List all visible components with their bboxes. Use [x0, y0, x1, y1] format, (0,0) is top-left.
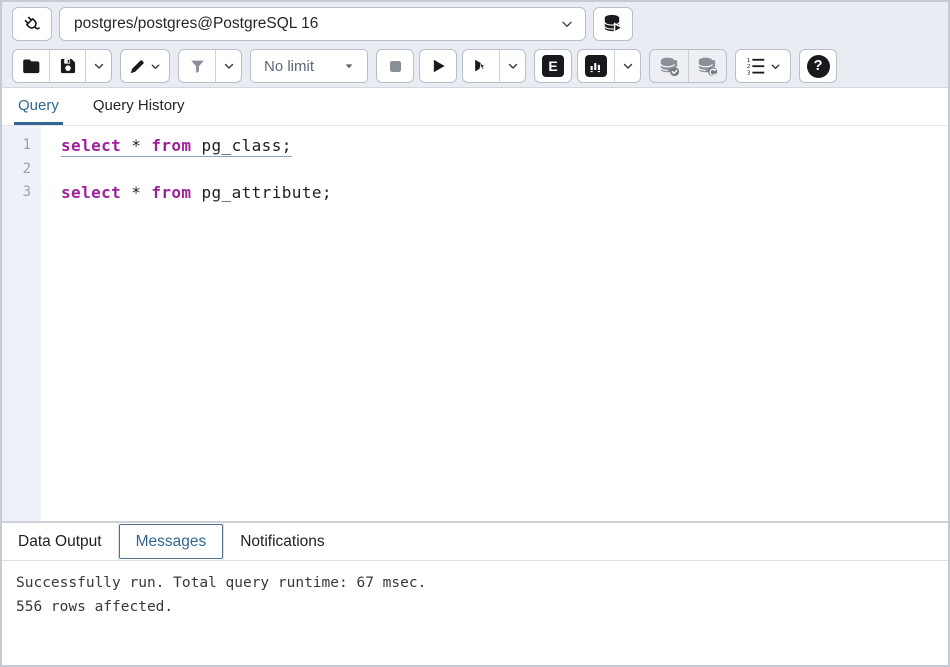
stop-icon: [386, 57, 405, 76]
execute-options-button[interactable]: [499, 50, 525, 82]
execute-cursor-group: [462, 49, 526, 83]
code-line[interactable]: select * from pg_class;: [61, 134, 948, 158]
tab-notifications-label: Notifications: [240, 533, 324, 551]
execute-button-group: [419, 49, 457, 83]
line-number: 1: [2, 134, 31, 158]
tab-query-label: Query: [18, 97, 59, 114]
explain-options-button[interactable]: [614, 50, 640, 82]
database-connect-icon: [602, 13, 624, 35]
macro-list-icon: 1 2 3: [745, 55, 767, 77]
filter-button[interactable]: [179, 50, 215, 82]
sql-text: *: [121, 183, 151, 202]
message-line: Successfully run. Total query runtime: 6…: [16, 571, 934, 595]
chevron-down-icon: [149, 60, 162, 73]
help-group: ?: [799, 49, 837, 83]
line-number: 3: [2, 181, 31, 205]
filter-options-button[interactable]: [215, 50, 241, 82]
connection-bar: postgres/postgres@PostgreSQL 16: [2, 2, 948, 45]
macro-group: 1 2 3: [735, 49, 791, 83]
row-limit-value: No limit: [264, 58, 341, 75]
save-options-button[interactable]: [85, 50, 111, 82]
output-tabbar: Data Output Messages Notifications: [2, 523, 948, 561]
output-panel: Data Output Messages Notifications Succe…: [2, 521, 948, 665]
execute-button[interactable]: [420, 50, 456, 82]
tab-data-output[interactable]: Data Output: [2, 523, 118, 560]
chevron-down-icon: [769, 60, 782, 73]
explain-analyze-group: [577, 49, 641, 83]
connection-selector-value: postgres/postgres@PostgreSQL 16: [74, 15, 559, 33]
commit-button[interactable]: [650, 50, 688, 82]
play-icon: [428, 56, 448, 76]
chevron-down-icon: [621, 59, 635, 73]
code-line[interactable]: [61, 158, 948, 182]
tab-query-history[interactable]: Query History: [89, 88, 189, 125]
sql-text: *: [121, 136, 151, 155]
tab-query-history-label: Query History: [93, 97, 185, 114]
row-limit-select[interactable]: No limit: [250, 49, 368, 83]
messages-panel: Successfully run. Total query runtime: 6…: [2, 561, 948, 665]
query-tool-window: postgres/postgres@PostgreSQL 16: [0, 0, 950, 667]
editor-code[interactable]: select * from pg_class; select * from pg…: [41, 126, 948, 521]
save-button[interactable]: [49, 50, 85, 82]
execute-from-cursor-button[interactable]: [463, 50, 499, 82]
tab-messages-label: Messages: [136, 533, 207, 551]
commit-icon: [658, 55, 681, 78]
execute-from-cursor-icon: [471, 56, 491, 76]
explain-button-group: E: [534, 49, 572, 83]
chevron-down-icon: [559, 16, 575, 32]
folder-open-icon: [21, 56, 42, 77]
connection-selector[interactable]: postgres/postgres@PostgreSQL 16: [59, 7, 586, 41]
explain-analyze-button[interactable]: [578, 50, 614, 82]
open-file-button[interactable]: [13, 50, 49, 82]
explain-button[interactable]: E: [535, 50, 571, 82]
svg-text:2: 2: [746, 64, 750, 70]
editor-gutter: 123: [2, 126, 41, 521]
new-connection-button[interactable]: [593, 7, 633, 41]
chevron-down-icon: [506, 59, 520, 73]
sql-text: pg_attribute;: [191, 183, 331, 202]
macro-button[interactable]: 1 2 3: [736, 50, 790, 82]
help-button[interactable]: ?: [800, 50, 836, 82]
plug-icon: [21, 13, 43, 35]
connection-status-button[interactable]: [12, 7, 52, 41]
sql-keyword: from: [151, 136, 191, 155]
svg-text:3: 3: [746, 71, 750, 77]
explain-analyze-icon: [585, 55, 607, 77]
toolbar: No limit: [2, 45, 948, 88]
tab-query[interactable]: Query: [14, 88, 63, 125]
edit-menu-button[interactable]: [121, 50, 169, 82]
sql-keyword: select: [61, 136, 121, 155]
query-tabbar: Query Query History: [2, 88, 948, 126]
stop-button[interactable]: [377, 50, 413, 82]
edit-pencil-icon: [128, 57, 147, 76]
sql-keyword: from: [151, 183, 191, 202]
help-icon: ?: [807, 55, 830, 78]
sql-keyword: select: [61, 183, 121, 202]
tab-notifications[interactable]: Notifications: [224, 523, 340, 560]
file-button-group: [12, 49, 112, 83]
filter-button-group: [178, 49, 242, 83]
sql-editor[interactable]: 123 select * from pg_class; select * fro…: [2, 126, 948, 521]
code-line[interactable]: select * from pg_attribute;: [61, 181, 948, 205]
chevron-down-icon: [92, 59, 106, 73]
save-icon: [58, 56, 78, 76]
stop-button-group: [376, 49, 414, 83]
dropdown-arrow-icon: [341, 58, 357, 74]
tab-messages[interactable]: Messages: [119, 524, 224, 559]
svg-text:1: 1: [746, 58, 750, 64]
filter-icon: [188, 57, 207, 76]
line-number: 2: [2, 158, 31, 182]
transaction-group: [649, 49, 727, 83]
edit-button-group: [120, 49, 170, 83]
tab-data-output-label: Data Output: [18, 533, 102, 551]
message-line: 556 rows affected.: [16, 595, 934, 619]
explain-icon: E: [542, 55, 564, 77]
chevron-down-icon: [222, 59, 236, 73]
rollback-icon: [696, 55, 719, 78]
rollback-button[interactable]: [688, 50, 726, 82]
sql-text: pg_class;: [191, 136, 291, 155]
